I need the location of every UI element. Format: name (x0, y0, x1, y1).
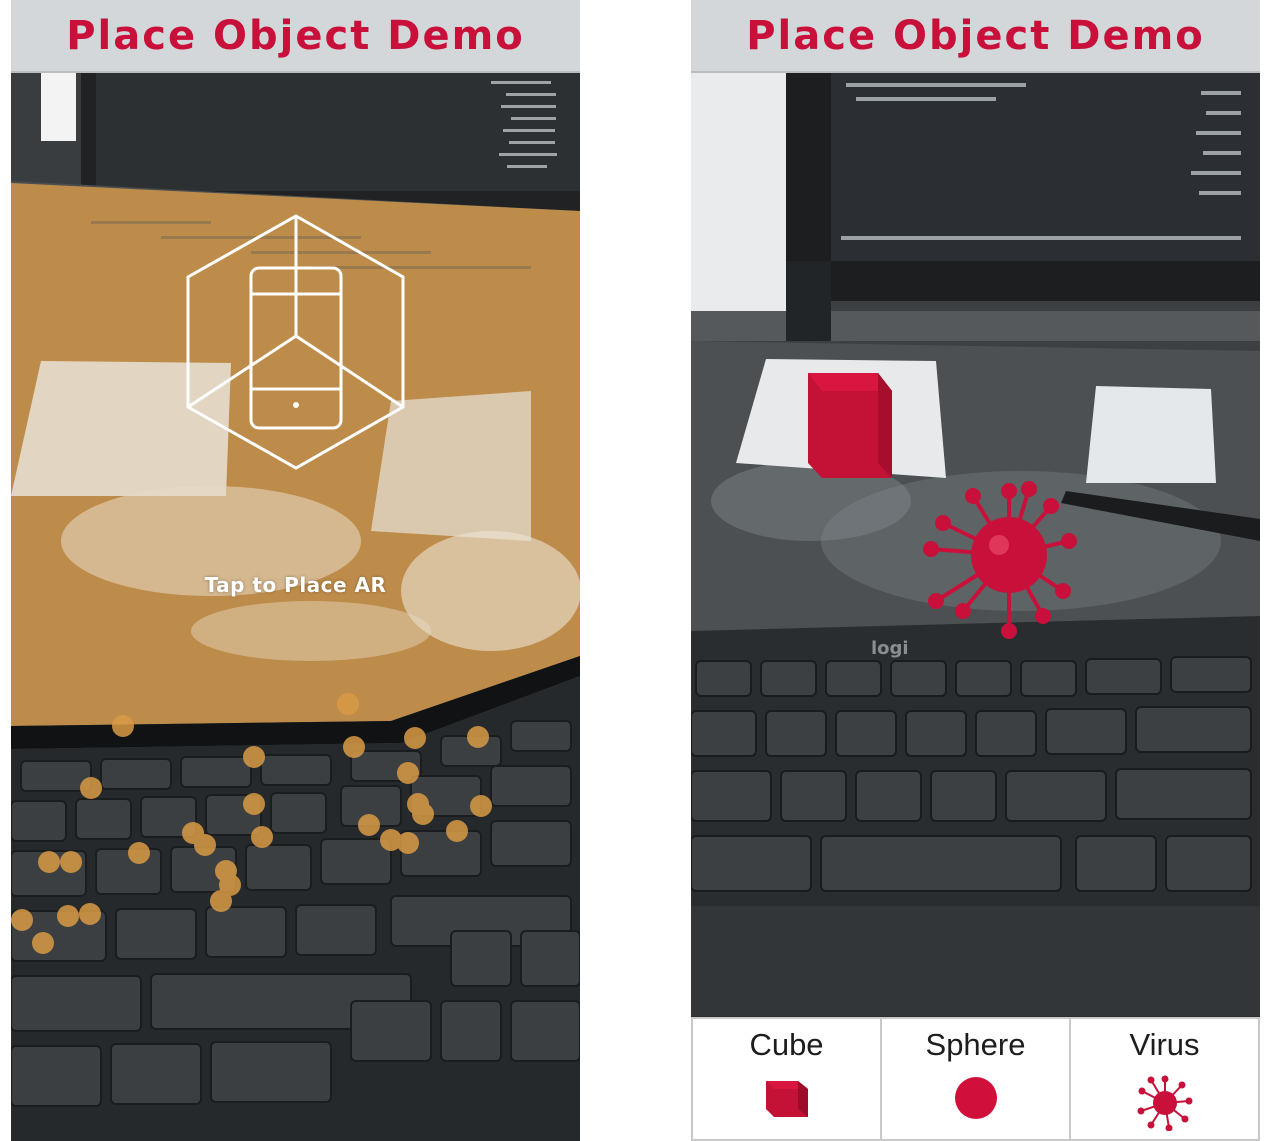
ar-camera-view[interactable]: Tap to Place AR (11, 71, 580, 1141)
sphere-label: Sphere (925, 1027, 1026, 1062)
app-title: Place Object Demo (66, 12, 525, 59)
cube-button[interactable]: Cube (691, 1017, 882, 1141)
ar-camera-view[interactable]: logi Cube Sphere Virus (691, 71, 1260, 1141)
keyboard-brand: logi (871, 638, 909, 659)
title-bar: Place Object Demo (11, 0, 580, 73)
right-phone-screen: Place Object Demo logi Cube Sphere Virus (691, 0, 1260, 1141)
object-menu: Cube Sphere Virus (691, 1017, 1260, 1141)
placed-cube[interactable] (808, 373, 892, 478)
title-bar: Place Object Demo (691, 0, 1260, 73)
tap-to-place-hint: Tap to Place AR (204, 573, 387, 597)
virus-label: Virus (1129, 1027, 1200, 1062)
camera-feed: logi (691, 71, 1260, 1017)
sphere-button[interactable]: Sphere (882, 1017, 1071, 1141)
virus-button[interactable]: Virus (1071, 1017, 1260, 1141)
cube-label: Cube (749, 1027, 824, 1062)
left-phone-screen: Place Object Demo Tap to Place AR (11, 0, 580, 1141)
app-title: Place Object Demo (746, 12, 1205, 59)
camera-feed (11, 71, 580, 1141)
sphere-icon (954, 1077, 997, 1119)
virus-icon (1137, 1075, 1192, 1131)
cube-icon (765, 1081, 808, 1117)
